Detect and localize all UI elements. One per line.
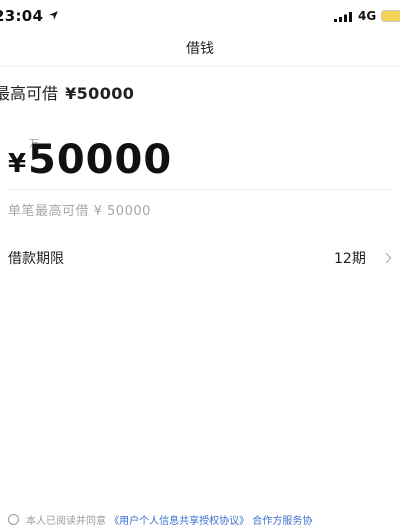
loan-amount-input[interactable]: 50000 (28, 137, 172, 183)
currency-symbol: ¥ (8, 149, 27, 179)
agreement-text: 本人已阅读并同意 《用户个人信息共享授权协议》 合作方服务协 (8, 512, 312, 525)
location-arrow-icon (49, 11, 58, 20)
nav-bar: 借钱 (0, 34, 400, 68)
max-limit-amount: ¥50000 (65, 84, 135, 103)
network-type: 4G (358, 9, 377, 23)
partner-agreement-link[interactable]: 合作方服务协 (252, 516, 312, 525)
status-time: 23:04 (0, 7, 44, 25)
status-bar: 23:04 4G (0, 0, 400, 34)
max-limit-header: 最高可借 ¥50000 (0, 80, 134, 104)
page-title: 借钱 (186, 41, 214, 57)
amount-divider (8, 189, 392, 190)
chevron-right-icon (385, 252, 392, 264)
amount-limit-hint: 单笔最高可借 ¥ 50000 (8, 204, 151, 219)
signal-icon (334, 12, 352, 22)
nav-divider (0, 66, 400, 67)
agreement-prefix: 本人已阅读并同意 (26, 516, 106, 525)
loan-term-row[interactable]: 借款期限 12期 (0, 238, 400, 278)
battery-icon (381, 10, 400, 22)
loan-term-value: 12期 (334, 251, 366, 267)
max-limit-label: 最高可借 (0, 84, 59, 103)
privacy-agreement-link[interactable]: 《用户个人信息共享授权协议》 (109, 516, 249, 525)
loan-term-label: 借款期限 (8, 251, 64, 267)
